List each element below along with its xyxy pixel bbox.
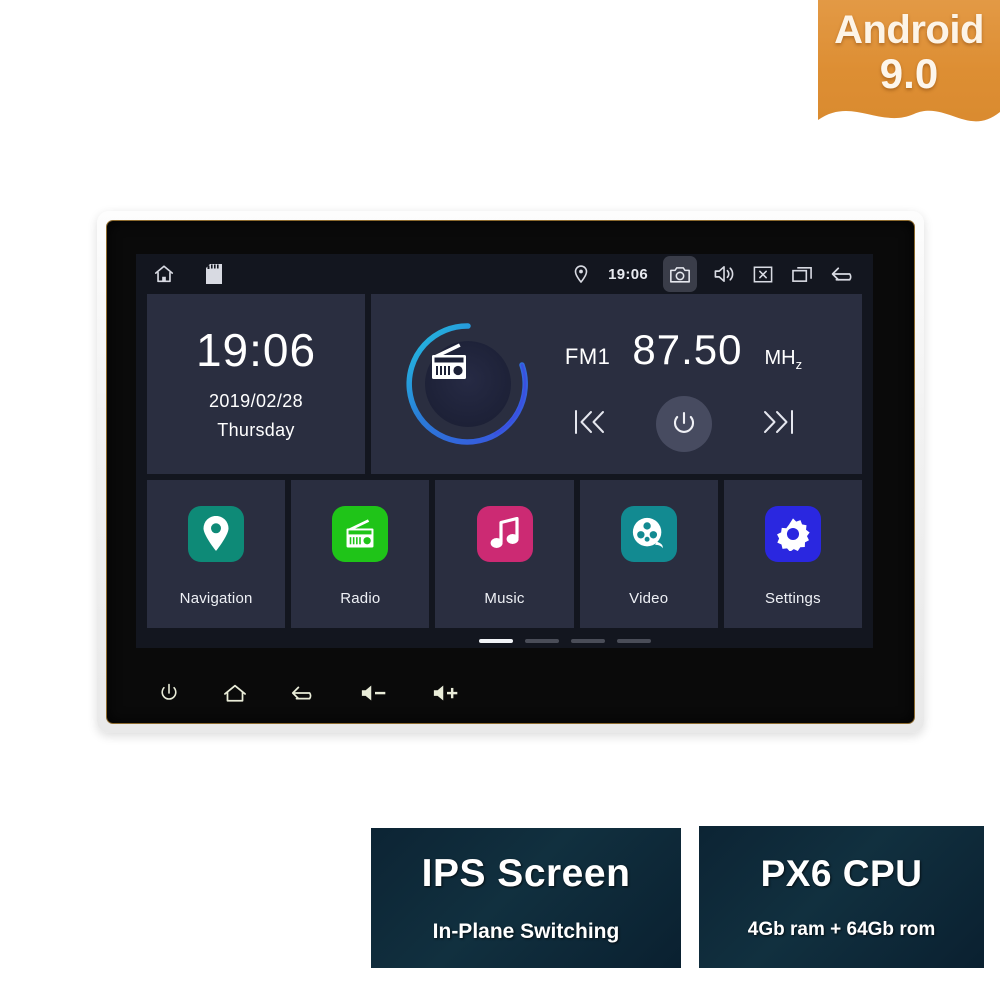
radio-unit-sub: z <box>795 357 803 372</box>
back-icon[interactable] <box>829 262 859 286</box>
app-tile-music[interactable]: Music <box>435 480 574 628</box>
radio-next-button[interactable] <box>760 406 796 443</box>
clock-widget-date: 2019/02/28 <box>208 391 304 411</box>
android-badge-os-version: 9.0 <box>879 50 939 97</box>
recents-icon[interactable] <box>790 262 814 286</box>
status-bar-clock: 19:06 <box>608 265 648 283</box>
sd-card-icon[interactable] <box>202 262 226 286</box>
cpu-banner-title: PX6 CPU <box>760 853 923 894</box>
ips-screen-banner: IPS Screen In-Plane Switching <box>371 828 681 968</box>
widgets-row: 19:06 2019/02/28 Thursday FM1 87.50 MHz <box>136 294 873 474</box>
location-pin-icon <box>569 262 593 286</box>
clock-widget-weekday: Thursday <box>217 420 295 440</box>
page-dot-3[interactable] <box>570 639 605 643</box>
radio-band: FM1 <box>564 344 611 369</box>
app-grid: Navigation Radio Music Video Settings <box>136 474 873 628</box>
music-app-icon-bg <box>476 506 533 562</box>
app-label-navigation: Navigation <box>179 590 253 607</box>
radio-app-icon-bg <box>332 506 389 562</box>
clock-widget-time: 19:06 <box>195 324 317 376</box>
radio-prev-button[interactable] <box>572 406 608 443</box>
app-tile-settings[interactable]: Settings <box>723 480 863 628</box>
page-dot-1[interactable] <box>478 639 513 643</box>
back-button[interactable] <box>290 682 318 704</box>
ips-banner-subtitle: In-Plane Switching <box>432 920 620 943</box>
video-app-icon-bg <box>620 506 677 562</box>
product-image: Android 9.0 19:06 19:06 2019/02/28 Thurs… <box>0 0 1000 1000</box>
app-label-settings: Settings <box>765 590 821 607</box>
radio-unit: MH <box>764 347 796 369</box>
cpu-banner-subtitle: 4Gb ram + 64Gb rom <box>747 919 936 940</box>
settings-app-icon-bg <box>764 506 821 562</box>
device-screen: 19:06 19:06 2019/02/28 Thursday FM1 87.5… <box>136 254 873 648</box>
camera-icon[interactable] <box>663 256 697 292</box>
volume-down-button[interactable] <box>360 682 390 704</box>
radio-icon <box>425 341 511 427</box>
volume-icon[interactable] <box>712 262 736 286</box>
volume-up-button[interactable] <box>432 682 462 704</box>
home-icon[interactable] <box>152 262 176 286</box>
radio-dial[interactable] <box>403 319 533 449</box>
app-label-video: Video <box>629 590 669 607</box>
home-button[interactable] <box>222 682 248 704</box>
hardware-button-bar <box>136 669 873 717</box>
radio-widget[interactable]: FM1 87.50 MHz <box>371 294 862 474</box>
app-tile-radio[interactable]: Radio <box>291 480 430 628</box>
app-label-music: Music <box>484 590 525 607</box>
app-tile-video[interactable]: Video <box>579 480 718 628</box>
cpu-banner: PX6 CPU 4Gb ram + 64Gb rom <box>699 826 984 968</box>
device-bezel: 19:06 19:06 2019/02/28 Thursday FM1 87.5… <box>106 220 915 724</box>
car-stereo-device: 19:06 19:06 2019/02/28 Thursday FM1 87.5… <box>97 211 924 733</box>
radio-power-button[interactable] <box>655 396 712 452</box>
ips-banner-title: IPS Screen <box>421 852 631 895</box>
navigation-app-icon-bg <box>188 506 245 562</box>
android-version-badge: Android 9.0 <box>818 0 1000 134</box>
android-badge-os-name: Android <box>834 8 984 52</box>
app-tile-navigation[interactable]: Navigation <box>147 480 286 628</box>
close-box-icon[interactable] <box>751 262 775 286</box>
status-bar: 19:06 <box>136 254 873 294</box>
clock-widget[interactable]: 19:06 2019/02/28 Thursday <box>147 294 365 474</box>
page-dot-2[interactable] <box>524 639 559 643</box>
page-dot-4[interactable] <box>616 639 651 643</box>
power-button[interactable] <box>158 682 180 704</box>
app-label-radio: Radio <box>340 590 381 607</box>
page-indicator <box>136 639 873 643</box>
radio-frequency: 87.50 <box>632 326 743 373</box>
